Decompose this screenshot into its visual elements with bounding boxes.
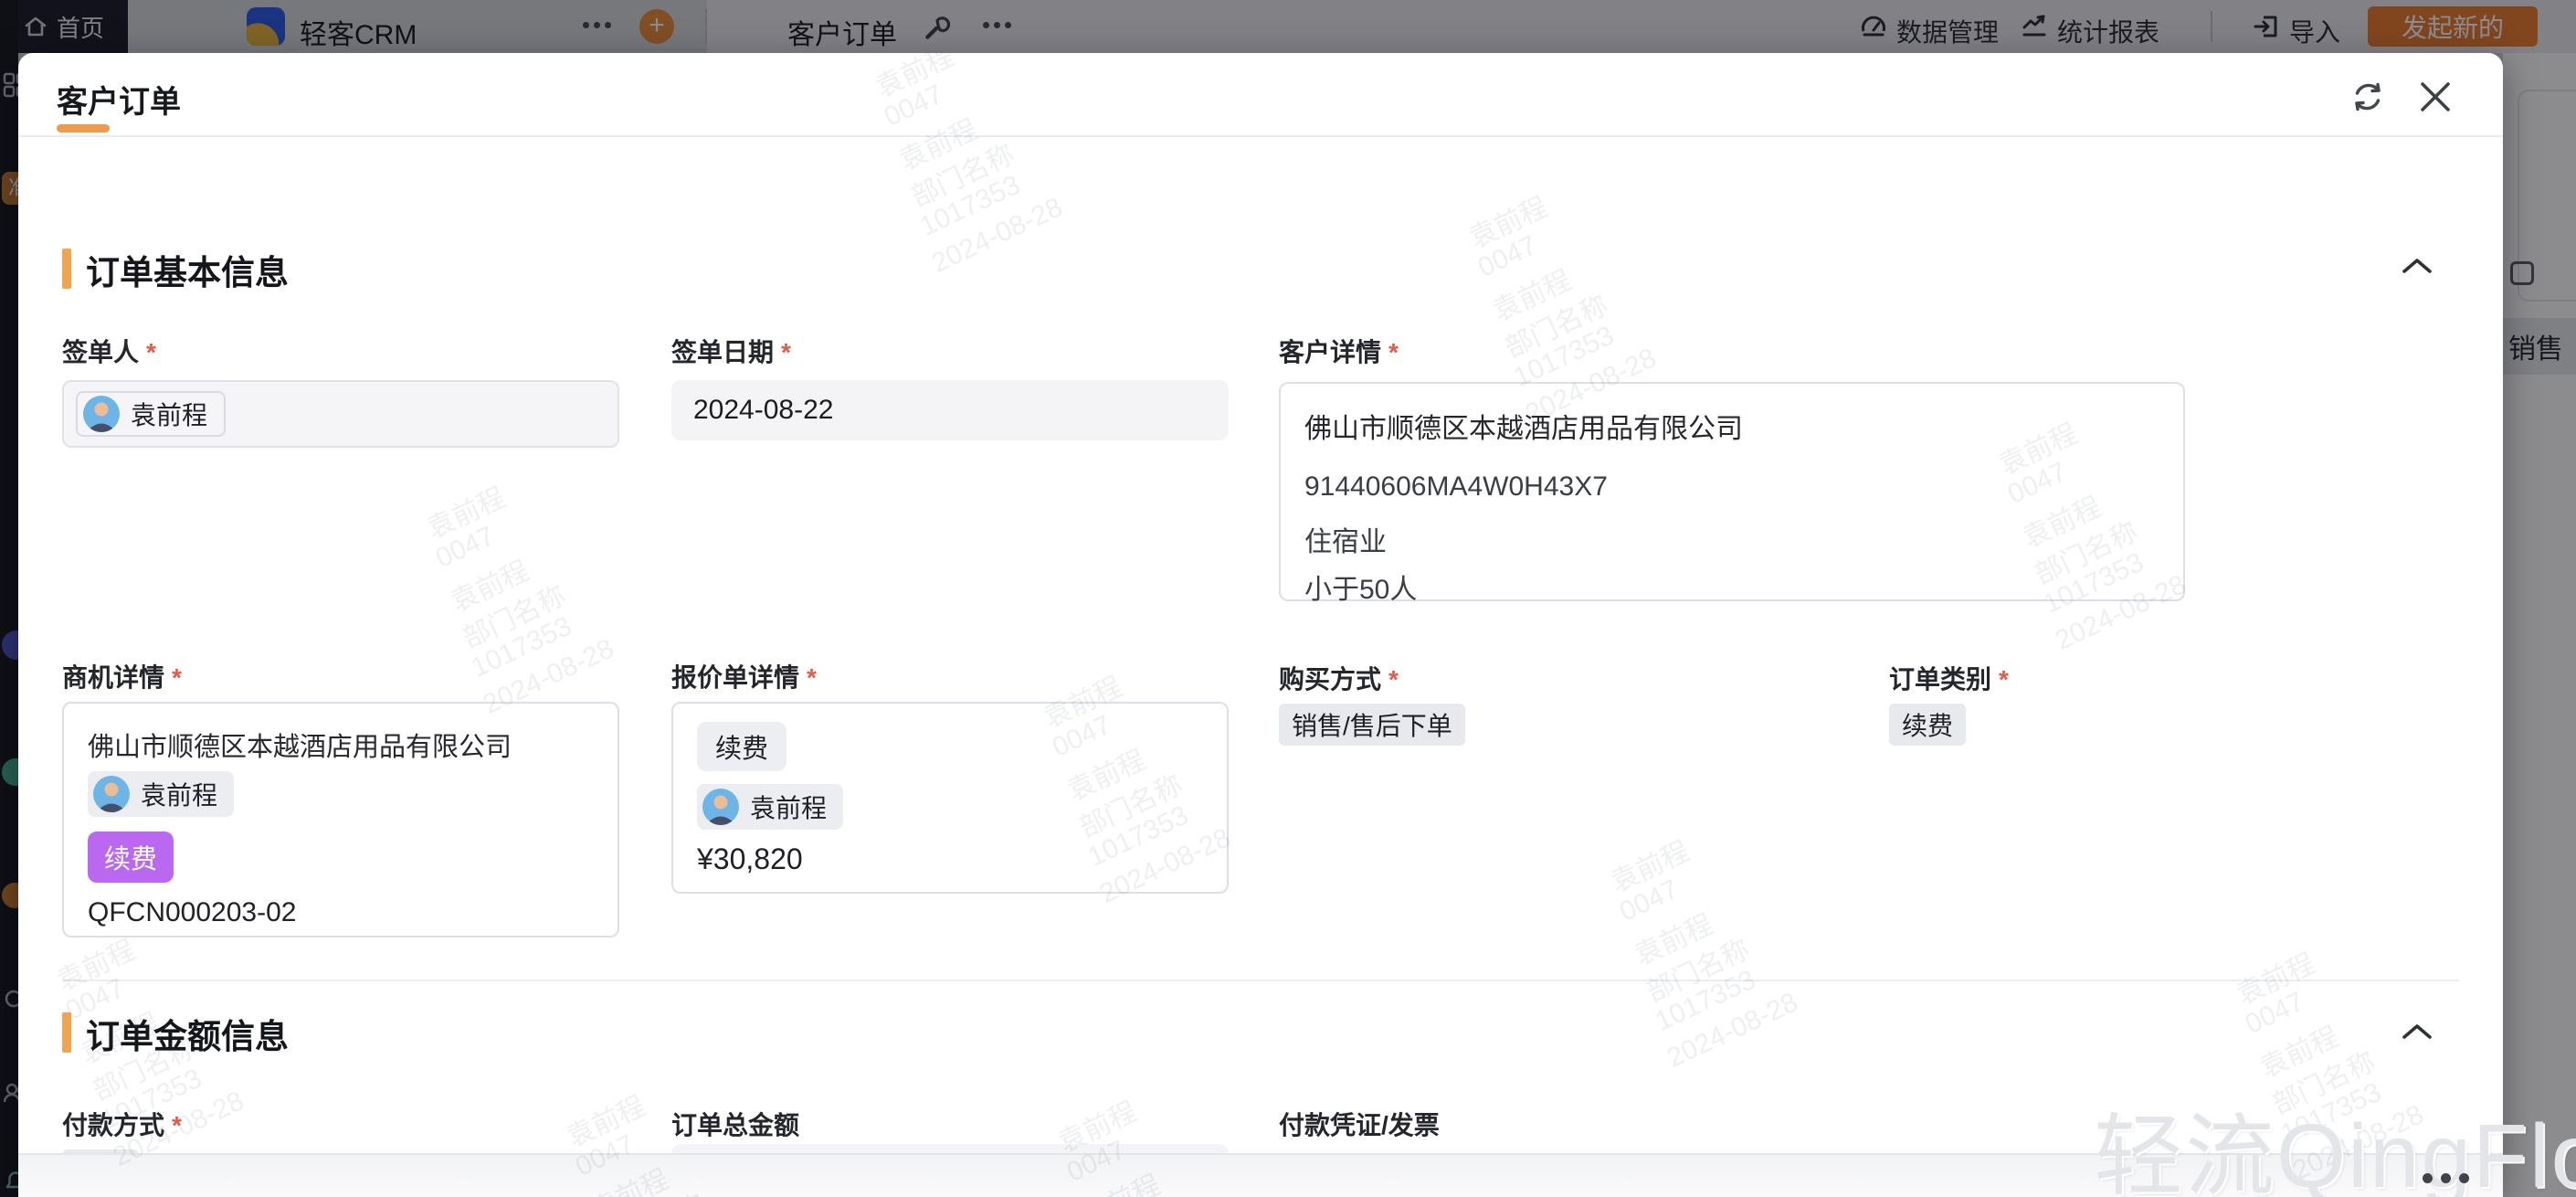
required-asterisk: * bbox=[146, 338, 156, 366]
customer-industry: 住宿业 bbox=[1304, 519, 1387, 559]
field-label-order-total: 订单总金额 bbox=[671, 1106, 799, 1142]
required-asterisk: * bbox=[172, 663, 182, 692]
avatar bbox=[93, 776, 130, 812]
close-icon[interactable] bbox=[2415, 77, 2455, 117]
screen: 首页 轻客CRM + 客户订单 数据管理 统计报表 导入 发起新的 准 bbox=[0, 0, 2576, 1197]
required-asterisk: * bbox=[172, 1111, 182, 1139]
person-name: 袁前程 bbox=[131, 396, 207, 432]
field-label-order-category: 订单类别* bbox=[1889, 660, 2009, 696]
customer-company: 佛山市顺德区本越酒店用品有限公司 bbox=[1304, 406, 1743, 446]
section-accent-bar bbox=[62, 249, 71, 289]
order-category-chip: 续费 bbox=[1889, 704, 1966, 746]
person-name: 袁前程 bbox=[141, 776, 217, 812]
more-dots-button[interactable] bbox=[2419, 1173, 2474, 1186]
order-modal: 客户订单 订单基本信息 签单人* 签单日期* 客户详情* 袁前程 bbox=[18, 53, 2503, 1197]
field-label-signer: 签单人* bbox=[62, 333, 156, 369]
modal-title: 客户订单 bbox=[57, 77, 181, 122]
opportunity-box[interactable]: 佛山市顺德区本越酒店用品有限公司 袁前程 续费 QFCN000203-02 bbox=[62, 702, 619, 937]
required-asterisk: * bbox=[781, 338, 791, 366]
field-label-payment-proof: 付款凭证/发票 bbox=[1279, 1106, 1440, 1142]
avatar bbox=[702, 789, 739, 825]
section-basic-title: 订单基本信息 bbox=[86, 245, 289, 294]
quotation-tag: 续费 bbox=[697, 722, 787, 771]
modal-footer bbox=[18, 1153, 2503, 1197]
required-asterisk: * bbox=[1388, 338, 1399, 366]
person-chip: 袁前程 bbox=[697, 784, 843, 830]
sign-date-input[interactable]: 2024-08-22 bbox=[671, 380, 1229, 440]
modal-body: 订单基本信息 签单人* 签单日期* 客户详情* 袁前程 2024-08-22 佛… bbox=[18, 137, 2503, 1153]
field-label-purchase-method: 购买方式* bbox=[1279, 660, 1399, 696]
chevron-up-icon[interactable] bbox=[2401, 256, 2433, 276]
customer-tax-id: 91440606MA4W0H43X7 bbox=[1304, 471, 1608, 503]
person-chip: 袁前程 bbox=[76, 391, 226, 437]
person-name: 袁前程 bbox=[750, 789, 827, 825]
title-accent-bar bbox=[57, 124, 110, 132]
signer-input[interactable]: 袁前程 bbox=[62, 380, 619, 448]
customer-size: 小于50人 bbox=[1304, 567, 1417, 607]
customer-detail-box[interactable]: 佛山市顺德区本越酒店用品有限公司 91440606MA4W0H43X7 住宿业 … bbox=[1279, 382, 2185, 601]
section-accent-bar bbox=[62, 1012, 71, 1053]
opportunity-code: QFCN000203-02 bbox=[88, 897, 296, 928]
chevron-up-icon[interactable] bbox=[2401, 1022, 2433, 1042]
section-amount-title: 订单金额信息 bbox=[86, 1009, 289, 1058]
refresh-icon[interactable] bbox=[2348, 77, 2388, 117]
field-label-payment-method: 付款方式* bbox=[62, 1106, 182, 1142]
order-total-input[interactable]: 30820 bbox=[671, 1144, 1229, 1153]
sign-date-value: 2024-08-22 bbox=[693, 395, 833, 426]
required-asterisk: * bbox=[1999, 665, 2009, 694]
required-asterisk: * bbox=[807, 663, 817, 692]
quotation-amount: ¥30,820 bbox=[697, 842, 803, 876]
quotation-box[interactable]: 续费 袁前程 ¥30,820 bbox=[671, 702, 1229, 894]
purchase-method-chip: 销售/售后下单 bbox=[1279, 704, 1465, 746]
required-asterisk: * bbox=[1388, 665, 1399, 694]
modal-header: 客户订单 bbox=[18, 53, 2503, 137]
avatar bbox=[83, 396, 120, 432]
field-label-customer-detail: 客户详情* bbox=[1279, 333, 1399, 369]
section-divider bbox=[62, 980, 2459, 981]
field-label-quotation: 报价单详情* bbox=[671, 658, 817, 694]
person-chip: 袁前程 bbox=[88, 771, 234, 817]
opportunity-company: 佛山市顺德区本越酒店用品有限公司 bbox=[88, 726, 512, 764]
renewal-tag: 续费 bbox=[88, 832, 174, 883]
field-label-opportunity: 商机详情* bbox=[62, 658, 182, 694]
field-label-sign-date: 签单日期* bbox=[671, 333, 791, 369]
